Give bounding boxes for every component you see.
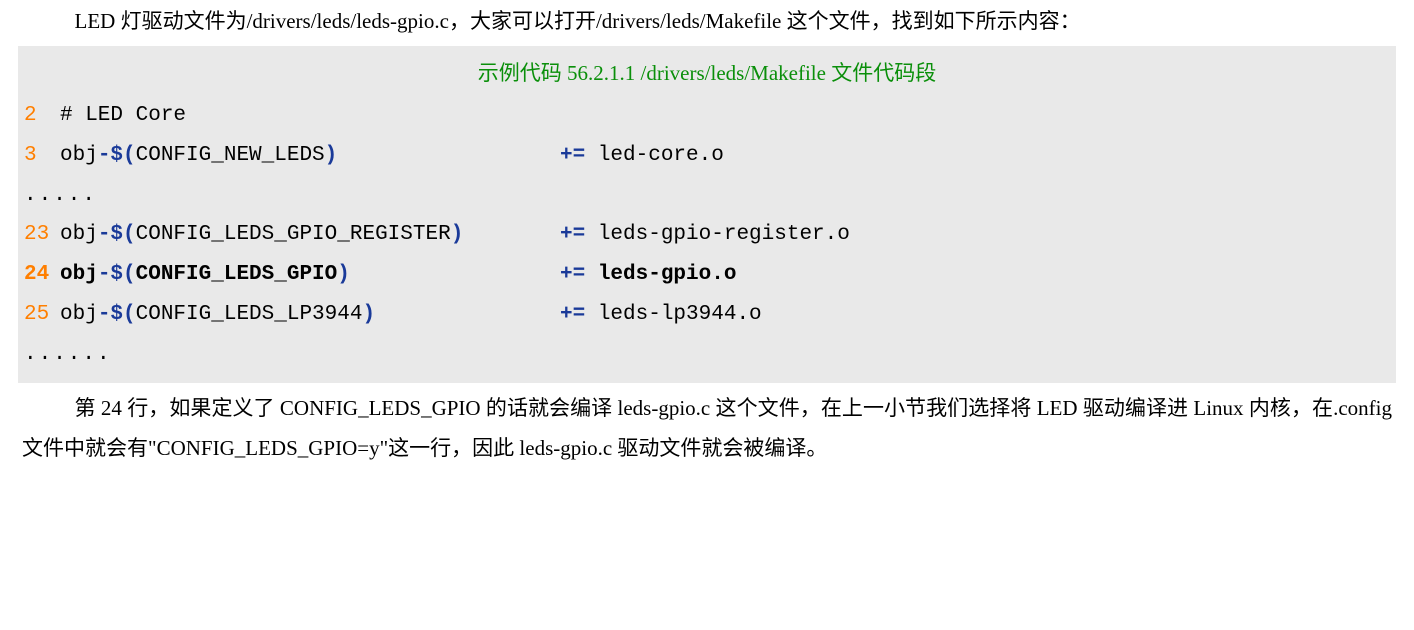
intro-text: LED 灯驱动文件为/drivers/leds/leds-gpio.c，大家可以… <box>22 2 1392 42</box>
code-text: # LED Core <box>60 96 560 136</box>
code-text: += leds-gpio.o <box>560 255 736 295</box>
code-line-3: 3 obj-$(CONFIG_NEW_LEDS) += led-core.o <box>18 136 1396 176</box>
code-text: obj-$(CONFIG_LEDS_LP3944) <box>60 295 560 335</box>
code-text: += leds-lp3944.o <box>560 295 762 335</box>
code-line-2: 2 # LED Core <box>18 96 1396 136</box>
ellipsis: ...... <box>18 335 1396 375</box>
line-number: 24 <box>18 255 60 295</box>
code-line-25: 25 obj-$(CONFIG_LEDS_LP3944) += leds-lp3… <box>18 295 1396 335</box>
closing-paragraph: 第 24 行，如果定义了 CONFIG_LEDS_GPIO 的话就会编译 led… <box>0 383 1414 469</box>
code-block: 示例代码 56.2.1.1 /drivers/leds/Makefile 文件代… <box>18 46 1396 383</box>
code-caption: 示例代码 56.2.1.1 /drivers/leds/Makefile 文件代… <box>18 50 1396 96</box>
code-text: obj-$(CONFIG_LEDS_GPIO) <box>60 255 560 295</box>
intro-paragraph: LED 灯驱动文件为/drivers/leds/leds-gpio.c，大家可以… <box>0 0 1414 46</box>
code-line-24: 24 obj-$(CONFIG_LEDS_GPIO) += leds-gpio.… <box>18 255 1396 295</box>
code-text: obj-$(CONFIG_NEW_LEDS) <box>60 136 560 176</box>
line-number: 3 <box>18 136 60 176</box>
line-number: 25 <box>18 295 60 335</box>
code-line-23: 23 obj-$(CONFIG_LEDS_GPIO_REGISTER) += l… <box>18 215 1396 255</box>
code-text: obj-$(CONFIG_LEDS_GPIO_REGISTER) <box>60 215 560 255</box>
code-text: += leds-gpio-register.o <box>560 215 850 255</box>
closing-text: 第 24 行，如果定义了 CONFIG_LEDS_GPIO 的话就会编译 led… <box>22 396 1392 460</box>
ellipsis: ..... <box>18 176 1396 216</box>
line-number: 23 <box>18 215 60 255</box>
line-number: 2 <box>18 96 60 136</box>
code-text: += led-core.o <box>560 136 724 176</box>
